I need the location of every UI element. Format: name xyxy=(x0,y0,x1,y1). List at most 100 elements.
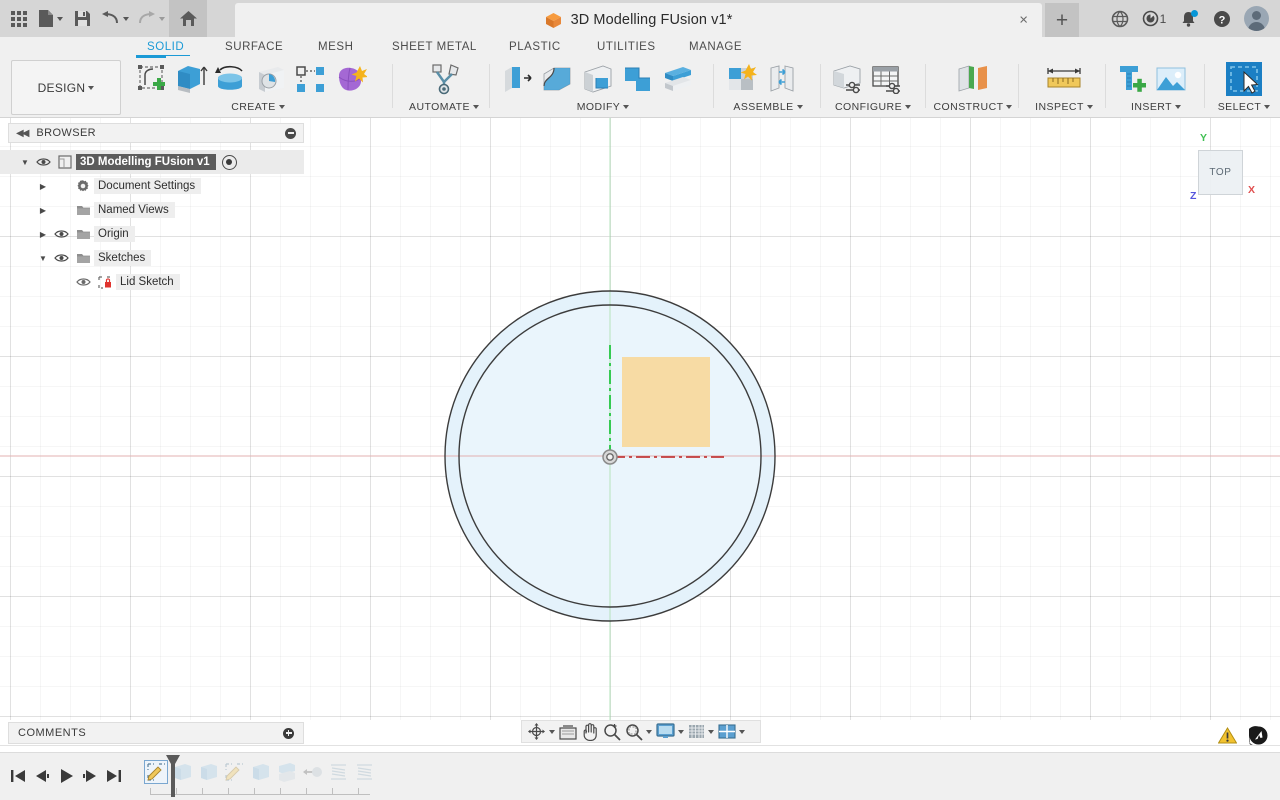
rectangular-pattern-button[interactable] xyxy=(292,59,330,99)
grid-snaps-button[interactable] xyxy=(686,721,716,742)
add-comment-icon[interactable] xyxy=(283,727,294,739)
notifications-bell-icon[interactable] xyxy=(1172,0,1204,37)
comments-panel-header[interactable]: COMMENTS xyxy=(8,722,304,744)
zoom-button[interactable] xyxy=(601,721,623,742)
offset-plane-button[interactable] xyxy=(951,59,995,99)
sidebar-item-document-settings[interactable]: ▶ Document Settings xyxy=(0,174,304,198)
combine-button[interactable] xyxy=(619,59,657,99)
create-sketch-button[interactable] xyxy=(132,55,170,99)
display-settings-caret-icon[interactable] xyxy=(678,729,684,734)
tab-surface[interactable]: SURFACE xyxy=(225,37,283,56)
activate-component-radio[interactable] xyxy=(221,154,237,170)
redo-button[interactable] xyxy=(133,4,169,34)
twisty-down-icon[interactable]: ▼ xyxy=(36,254,50,263)
orbit-caret-icon[interactable] xyxy=(549,729,555,734)
ribbon-group-construct-label[interactable]: CONSTRUCT xyxy=(934,99,1013,115)
timeline-play[interactable] xyxy=(54,761,78,791)
zoom-window-button[interactable] xyxy=(623,721,654,742)
timeline-item-revolve[interactable] xyxy=(300,760,324,784)
joint-button[interactable] xyxy=(763,59,801,99)
timeline-step-forward[interactable] xyxy=(78,761,102,791)
insert-mcmaster-button[interactable] xyxy=(1112,59,1150,99)
ribbon-group-create-label[interactable]: CREATE xyxy=(132,99,384,115)
press-pull-button[interactable] xyxy=(499,59,537,99)
tab-plastic[interactable]: PLASTIC xyxy=(509,37,561,56)
measure-button[interactable] xyxy=(1042,59,1086,99)
twisty-right-icon[interactable]: ▶ xyxy=(36,182,50,191)
ribbon-group-modify-label[interactable]: MODIFY xyxy=(499,99,707,115)
account-avatar[interactable] xyxy=(1240,0,1272,37)
select-button[interactable] xyxy=(1222,59,1266,99)
create-form-button[interactable] xyxy=(332,59,370,99)
browser-collapse-icon[interactable]: ◀◀ xyxy=(16,128,29,139)
new-component-button[interactable] xyxy=(723,59,761,99)
tab-mesh[interactable]: MESH xyxy=(318,37,353,56)
timeline-track[interactable] xyxy=(144,755,376,797)
fillet-button[interactable] xyxy=(539,59,577,99)
home-button[interactable] xyxy=(169,0,207,37)
visibility-eye-icon[interactable] xyxy=(32,157,54,167)
twisty-right-icon[interactable]: ▶ xyxy=(36,230,50,239)
ribbon-group-configure-label[interactable]: CONFIGURE xyxy=(828,99,918,115)
viewports-caret-icon[interactable] xyxy=(739,729,745,734)
zoom-window-caret-icon[interactable] xyxy=(646,729,652,734)
app-grid-icon[interactable] xyxy=(4,4,34,34)
grid-snaps-caret-icon[interactable] xyxy=(708,729,714,734)
workspace-selector[interactable]: DESIGN xyxy=(11,60,121,115)
sidebar-item-root-component[interactable]: ▼ 3D Modelling FUsion v1 xyxy=(0,150,304,174)
visibility-eye-icon[interactable] xyxy=(50,229,72,239)
document-tab[interactable]: 3D Modelling FUsion v1* × xyxy=(235,3,1042,37)
display-settings-button[interactable] xyxy=(654,721,686,742)
sidebar-item-lid-sketch[interactable]: Lid Sketch xyxy=(0,270,304,294)
timeline-item-thread-1[interactable] xyxy=(326,760,350,784)
close-tab-icon[interactable]: × xyxy=(1019,13,1028,28)
timeline-item-extrude-2[interactable] xyxy=(196,760,220,784)
shell-button[interactable] xyxy=(579,59,617,99)
insert-canvas-button[interactable] xyxy=(1152,59,1190,99)
tab-sheet-metal[interactable]: SHEET METAL xyxy=(392,37,477,56)
undo-button[interactable] xyxy=(97,4,133,34)
timeline-item-shell[interactable] xyxy=(274,760,298,784)
browser-collapse-all-icon[interactable] xyxy=(285,127,296,139)
tab-solid[interactable]: SOLID xyxy=(140,37,191,57)
new-tab-button[interactable]: + xyxy=(1045,3,1079,37)
visibility-eye-icon[interactable] xyxy=(72,277,94,287)
tab-manage[interactable]: MANAGE xyxy=(689,37,742,56)
offset-face-button[interactable] xyxy=(659,59,697,99)
timeline-go-to-end[interactable] xyxy=(102,761,126,791)
sidebar-item-sketches[interactable]: ▼ Sketches xyxy=(0,246,304,270)
timeline-step-back[interactable] xyxy=(30,761,54,791)
timeline-item-extrude-3[interactable] xyxy=(248,760,272,784)
timeline-playhead-marker[interactable] xyxy=(165,755,181,797)
autodesk-assistant-icon[interactable] xyxy=(1246,726,1268,750)
ribbon-group-inspect-label[interactable]: INSPECT xyxy=(1028,99,1100,115)
ribbon-group-insert-label[interactable]: INSERT xyxy=(1112,99,1200,115)
tab-utilities[interactable]: UTILITIES xyxy=(597,37,656,56)
ribbon-group-automate-label[interactable]: AUTOMATE xyxy=(404,99,484,115)
configuration-table-button[interactable] xyxy=(868,59,906,99)
twisty-right-icon[interactable]: ▶ xyxy=(36,206,50,215)
job-status-icon[interactable]: 1 xyxy=(1138,0,1170,37)
extrude-button[interactable] xyxy=(172,59,210,99)
warning-triangle-icon[interactable] xyxy=(1217,727,1238,749)
timeline-item-sketch-2[interactable] xyxy=(222,760,246,784)
ribbon-group-select-label[interactable]: SELECT xyxy=(1212,99,1276,115)
sidebar-item-origin[interactable]: ▶ Origin xyxy=(0,222,304,246)
browser-panel-header[interactable]: ◀◀ BROWSER xyxy=(8,123,304,143)
ribbon-group-assemble-label[interactable]: ASSEMBLE xyxy=(723,99,813,115)
hole-button[interactable] xyxy=(252,59,290,99)
visibility-eye-icon[interactable] xyxy=(50,253,72,263)
timeline-item-thread-2[interactable] xyxy=(352,760,376,784)
look-at-button[interactable] xyxy=(557,721,579,742)
world-icon[interactable] xyxy=(1104,0,1136,37)
sidebar-item-named-views[interactable]: ▶ Named Views xyxy=(0,198,304,222)
pan-button[interactable] xyxy=(579,721,601,742)
save-button[interactable] xyxy=(67,4,97,34)
view-cube[interactable]: TOP Y X Z xyxy=(1180,132,1272,216)
orbit-button[interactable] xyxy=(525,721,557,742)
help-icon[interactable]: ? xyxy=(1206,0,1238,37)
revolve-button[interactable] xyxy=(212,59,250,99)
view-cube-top-face[interactable]: TOP xyxy=(1198,150,1243,195)
twisty-down-icon[interactable]: ▼ xyxy=(18,158,32,167)
automate-button[interactable] xyxy=(422,59,466,99)
